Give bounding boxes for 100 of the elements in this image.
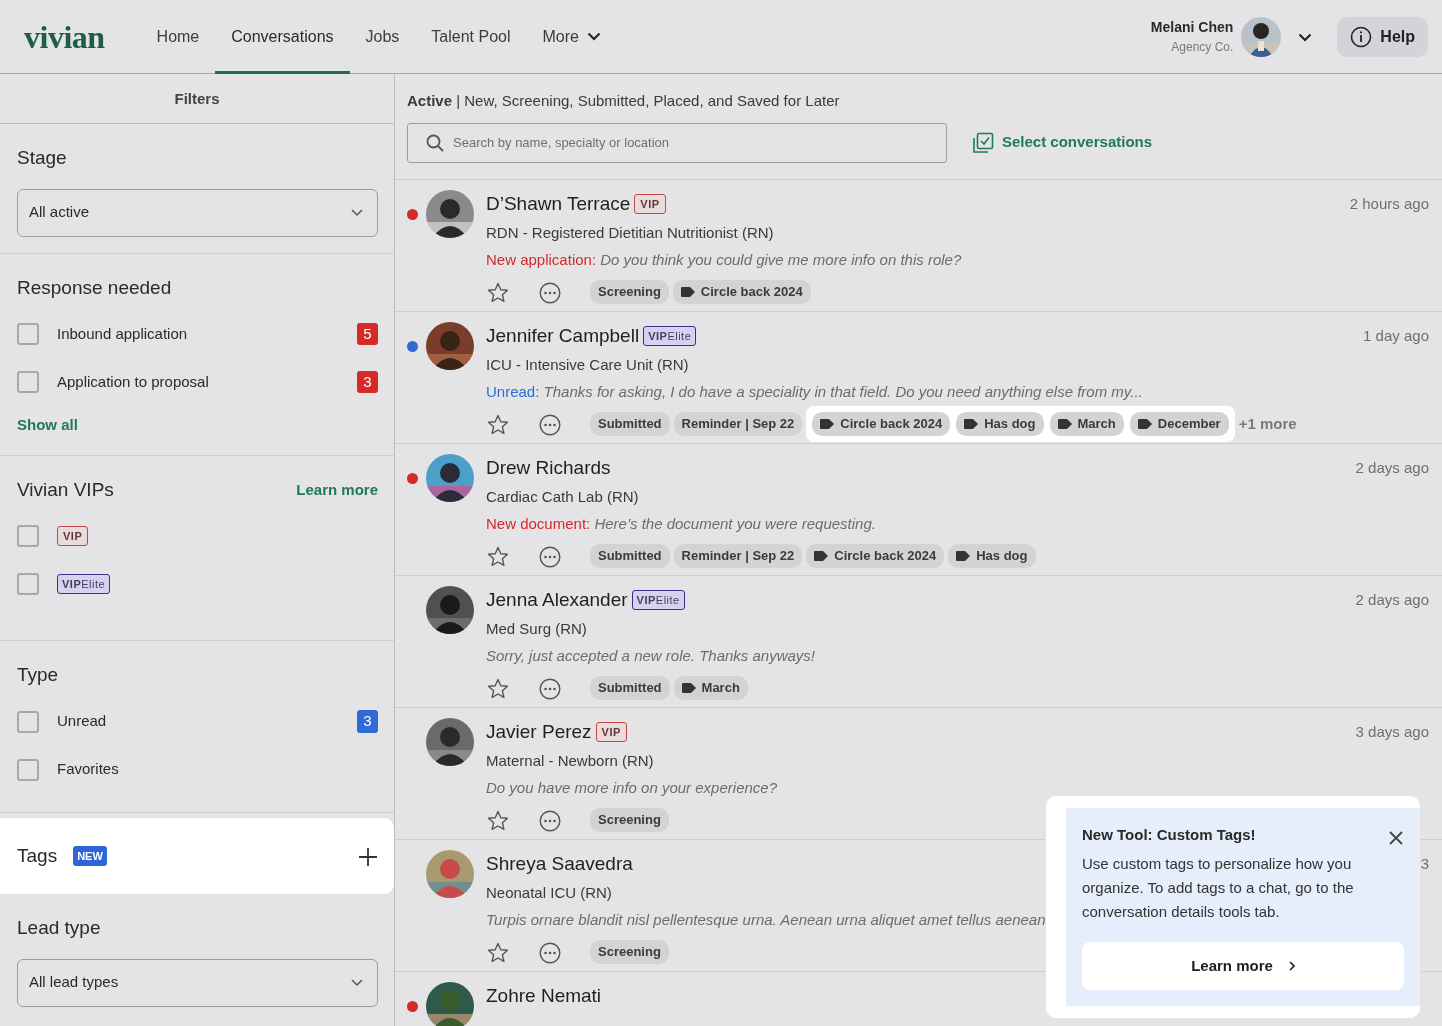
- learn-more-button[interactable]: Learn more: [1082, 942, 1404, 990]
- more-menu[interactable]: More: [526, 0, 617, 74]
- tag[interactable]: Screening: [590, 940, 669, 964]
- candidate-name[interactable]: Jennifer Campbell: [486, 321, 640, 350]
- tag-icon: [964, 419, 979, 429]
- checkbox[interactable]: [17, 525, 39, 547]
- nav-tab[interactable]: Home: [140, 0, 216, 74]
- filters-title: Filters: [0, 74, 394, 124]
- search-icon: [426, 133, 444, 152]
- vip-elite-badge: VIPElite: [631, 589, 685, 610]
- tag[interactable]: December: [1129, 412, 1229, 436]
- tag[interactable]: Submitted: [590, 676, 670, 700]
- checkbox[interactable]: [17, 758, 39, 781]
- timestamp: 1 day ago: [1363, 325, 1429, 346]
- candidate-name[interactable]: Jenna Alexander: [486, 585, 628, 614]
- section-title: Tags: [17, 843, 58, 868]
- tag[interactable]: Circle back 2024: [672, 280, 811, 304]
- filter-option-label: Favorites: [57, 759, 120, 780]
- checkbox[interactable]: [17, 710, 39, 733]
- tag[interactable]: Screening: [590, 280, 669, 304]
- candidate-name[interactable]: D’Shawn Terrace: [486, 189, 631, 218]
- tag[interactable]: Has dog: [956, 412, 1044, 436]
- timestamp: 2 days ago: [1355, 589, 1429, 610]
- star-icon: [487, 942, 509, 964]
- checkbox[interactable]: [17, 573, 39, 595]
- tag-icon: [1057, 419, 1072, 429]
- ellipsis-icon: [539, 941, 561, 964]
- tag-icon: [956, 551, 971, 561]
- info-icon: [1350, 25, 1373, 48]
- tag[interactable]: Reminder | Sep 22: [673, 544, 803, 568]
- job-title: RDN - Registered Dietitian Nutritionist (RN): [486, 223, 774, 243]
- chevron-down-icon: [351, 208, 363, 217]
- tag[interactable]: Submitted: [590, 412, 670, 436]
- tag[interactable]: March: [1049, 412, 1124, 436]
- select-conversations-button[interactable]: Select conversations: [971, 130, 1154, 155]
- message-preview: Unread: Thanks for asking, I do have a speciality in that field. Do you need anything else from my...: [486, 381, 1143, 402]
- count-badge: 3: [357, 710, 378, 733]
- tag[interactable]: Circle back 2024: [812, 412, 951, 436]
- tag[interactable]: Reminder | Sep 22: [673, 412, 803, 436]
- vip-badge: VIP: [634, 193, 666, 214]
- vip-elite-badge: VIPElite: [57, 573, 111, 595]
- learn-more-link[interactable]: Learn more: [296, 478, 378, 501]
- message-preview: Turpis ornare blandit nisl pellentesque urna. Aenean urna aliquet amet tellus aenean: [486, 909, 1046, 930]
- checkbox-stack-icon: [972, 131, 994, 154]
- chevron-right-icon: [1288, 961, 1295, 971]
- nav-tab[interactable]: Talent Pool: [415, 0, 527, 74]
- popover-title: New Tool: Custom Tags!: [1082, 825, 1256, 845]
- star-icon: [487, 810, 509, 832]
- candidate-name[interactable]: Shreya Saavedra: [486, 849, 633, 878]
- tag[interactable]: Screening: [590, 808, 669, 832]
- job-title: Maternal - Newborn (RN): [486, 751, 654, 771]
- checkbox[interactable]: [17, 371, 39, 393]
- filter-option-label: Unread: [57, 711, 108, 732]
- tag-icon: [1137, 419, 1152, 429]
- section-title: Type: [17, 663, 59, 687]
- filter-option-label: Inbound application: [57, 323, 189, 344]
- help-button[interactable]: Help: [1337, 16, 1428, 57]
- show-all-link[interactable]: Show all: [17, 414, 78, 437]
- section-title: Response needed: [17, 275, 172, 300]
- close-icon: [1389, 830, 1403, 845]
- job-title: Neonatal ICU (RN): [486, 883, 612, 903]
- user-name: Melani Chen: [1150, 18, 1234, 37]
- star-icon: [487, 678, 509, 700]
- vip-elite-badge: VIPElite: [643, 325, 697, 346]
- section-title: Lead type: [17, 916, 101, 940]
- star-icon: [487, 546, 509, 568]
- vip-badge: VIP: [57, 525, 89, 547]
- section-title: Vivian VIPs: [17, 477, 114, 502]
- list-heading: Active | New, Screening, Submitted, Placed, and Saved for Later: [407, 91, 841, 111]
- search-field[interactable]: Search by name, specialty or location: [407, 122, 947, 163]
- candidate-name[interactable]: Zohre Nemati: [486, 981, 602, 1010]
- message-preview: New document: Here’s the document you were requesting.: [486, 513, 876, 534]
- star-icon: [487, 414, 509, 436]
- plus-icon: [359, 847, 377, 866]
- ellipsis-icon: [539, 281, 561, 304]
- dropdown[interactable]: All lead types: [17, 958, 378, 1007]
- ellipsis-icon: [539, 413, 561, 436]
- company-name: Agency Co.: [1171, 39, 1234, 56]
- filter-option-label: Application to proposal: [57, 371, 210, 392]
- tag[interactable]: March: [673, 676, 748, 700]
- candidate-name[interactable]: Javier Perez: [486, 717, 592, 746]
- checkbox[interactable]: [17, 323, 39, 345]
- ellipsis-icon: [539, 677, 561, 700]
- star-icon: [487, 282, 509, 304]
- tag[interactable]: Circle back 2024: [806, 544, 945, 568]
- ellipsis-icon: [539, 545, 561, 568]
- tag[interactable]: Submitted: [590, 544, 670, 568]
- nav-tab[interactable]: Jobs: [349, 0, 416, 74]
- logo[interactable]: vivian: [24, 12, 105, 61]
- message-preview: Sorry, just accepted a new role. Thanks anyways!: [486, 645, 816, 666]
- tag-icon: [814, 551, 829, 561]
- section-title: Stage: [17, 146, 67, 170]
- message-preview: New application: Do you think you could give me more info on this role?: [486, 249, 962, 270]
- count-badge: 5: [357, 322, 378, 346]
- ellipsis-icon: [539, 809, 561, 832]
- dropdown[interactable]: All active: [17, 188, 378, 237]
- job-title: Med Surg (RN): [486, 619, 587, 639]
- tag[interactable]: Has dog: [948, 544, 1036, 568]
- candidate-name[interactable]: Drew Richards: [486, 453, 611, 482]
- nav-tab[interactable]: Conversations: [215, 0, 350, 74]
